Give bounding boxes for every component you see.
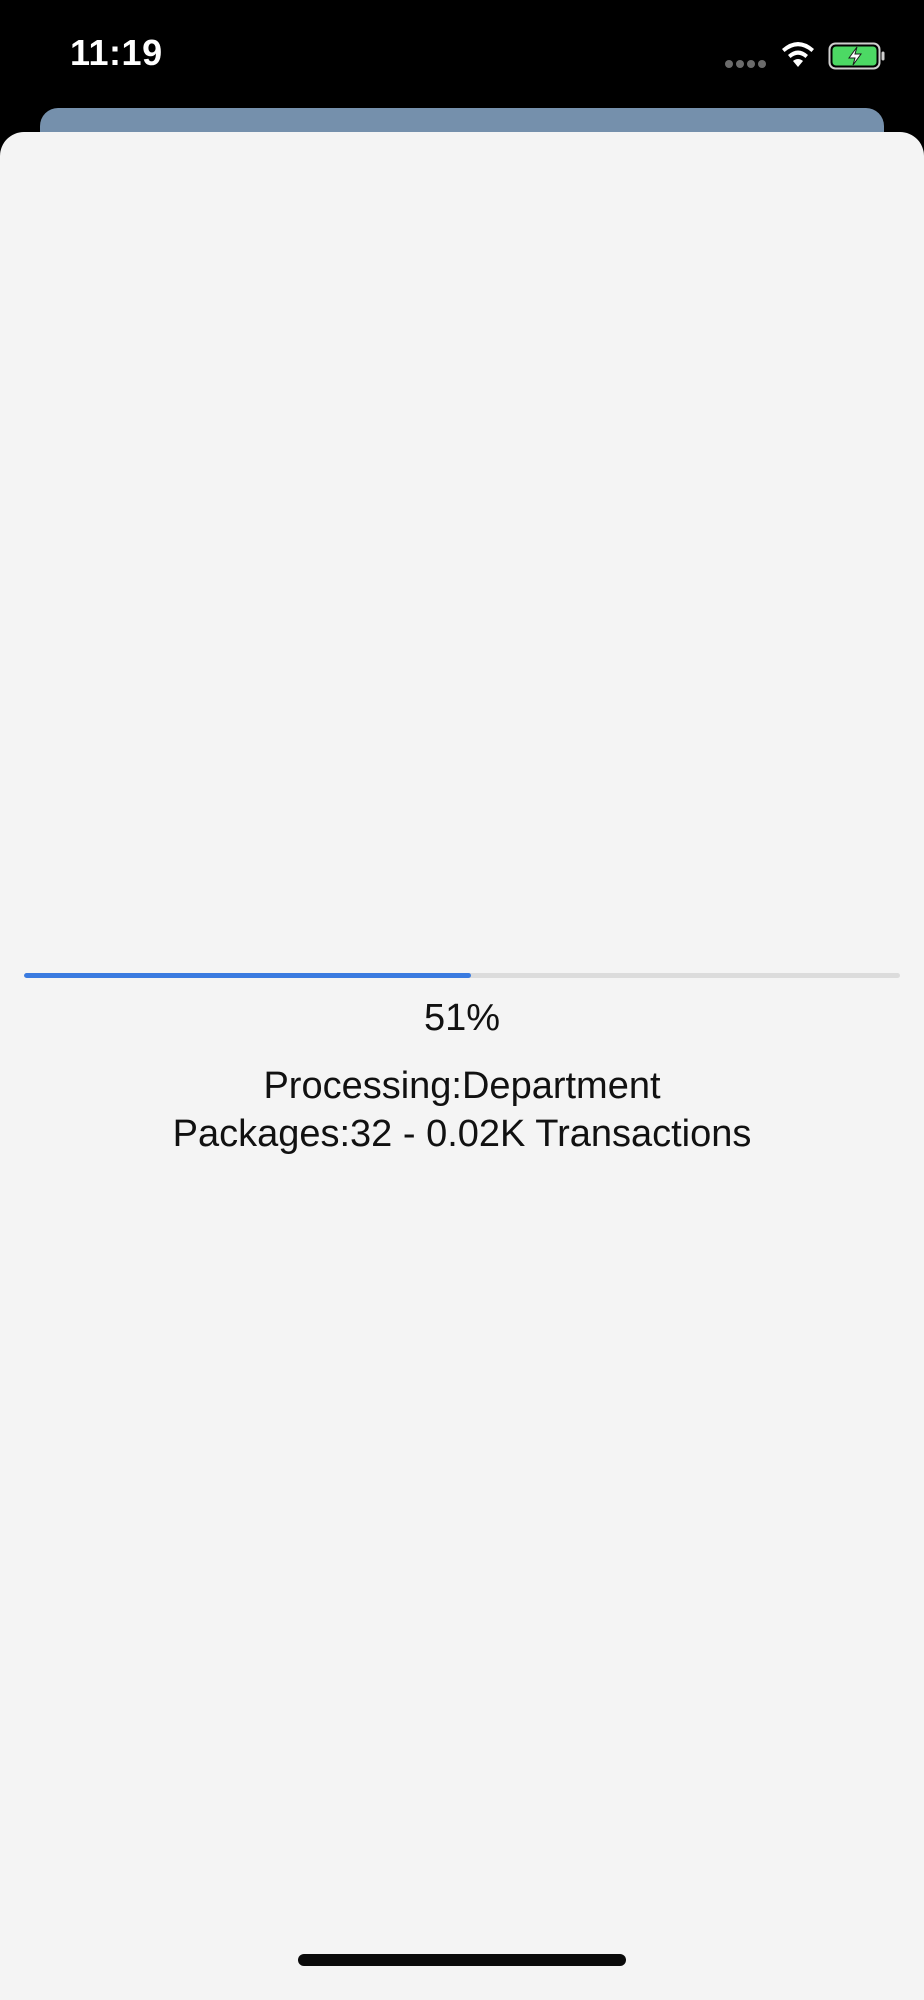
processing-line: Processing:Department <box>263 1065 661 1107</box>
battery-charging-icon <box>828 42 886 70</box>
status-time: 11:19 <box>70 32 163 73</box>
detail-line: Packages:32 - 0.02K Transactions <box>172 1113 752 1155</box>
progress-bar <box>24 973 900 978</box>
progress-sheet: 51% Processing:Department Packages:32 - … <box>0 132 924 2000</box>
processing-status: Processing:Department Packages:32 - 0.02… <box>0 1062 924 1158</box>
wifi-icon <box>780 40 816 70</box>
progress-bar-fill <box>24 973 471 978</box>
signal-icon <box>725 60 767 68</box>
progress-percent-label: 51% <box>423 997 501 1039</box>
app-screen: 11:19 51% Processing:Department Packages… <box>0 0 924 2000</box>
home-indicator[interactable] <box>298 1954 626 1966</box>
status-bar: 11:19 <box>0 0 924 110</box>
